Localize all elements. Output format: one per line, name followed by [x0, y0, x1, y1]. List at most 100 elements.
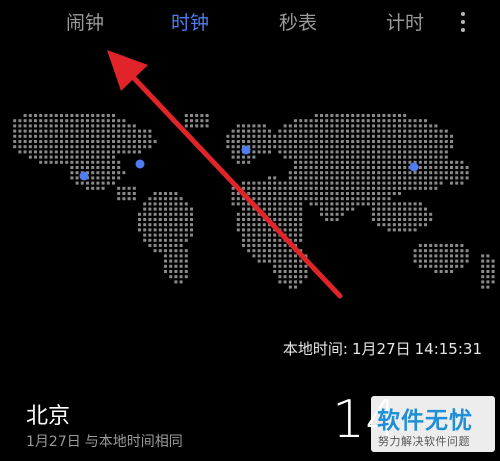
map-dot	[184, 114, 188, 117]
map-dot	[351, 124, 355, 128]
map-dot	[460, 181, 464, 185]
map-dot	[117, 140, 121, 143]
map-dot	[288, 244, 292, 247]
map-dot	[444, 244, 448, 247]
map-dot	[309, 186, 313, 190]
map-dot	[309, 124, 313, 128]
map-dot	[86, 134, 89, 138]
map-dot	[408, 202, 412, 206]
map-dot	[28, 150, 32, 154]
map-dot	[335, 134, 339, 138]
map-dot	[351, 171, 355, 175]
map-dot	[268, 150, 271, 154]
map-dot	[190, 124, 193, 128]
tab-timer[interactable]: 计时	[386, 11, 424, 35]
map-dot	[366, 155, 370, 159]
map-dot	[351, 134, 355, 138]
map-dot	[148, 140, 152, 143]
map-dot	[434, 134, 438, 138]
map-dot	[330, 114, 334, 117]
map-dot	[60, 145, 63, 149]
map-dot	[320, 160, 323, 164]
more-vertical-icon[interactable]	[452, 10, 474, 38]
map-dot	[361, 160, 365, 164]
map-dot	[366, 171, 370, 175]
map-dot	[491, 264, 495, 268]
map-dot	[429, 249, 433, 253]
map-dot	[377, 150, 381, 154]
map-dot	[288, 145, 292, 149]
map-dot	[262, 223, 266, 227]
map-dot	[179, 223, 183, 227]
map-dot	[418, 129, 422, 133]
world-map	[13, 114, 495, 289]
map-dot	[408, 150, 412, 154]
map-dot	[340, 150, 344, 154]
map-dot	[304, 160, 308, 164]
map-dot	[366, 181, 370, 185]
map-dot	[408, 160, 412, 164]
map-dot	[418, 155, 422, 159]
map-dot	[351, 119, 355, 123]
tab-clock[interactable]: 时钟	[171, 11, 209, 35]
map-dot	[304, 145, 308, 149]
map-dot	[361, 124, 365, 128]
map-dot	[44, 140, 48, 143]
map-dot	[346, 192, 349, 195]
map-dot	[288, 197, 292, 201]
map-dot	[257, 140, 261, 143]
map-dot	[429, 124, 433, 128]
map-dot	[429, 134, 433, 138]
map-dot	[372, 134, 375, 138]
map-dot	[325, 150, 329, 154]
map-dot	[273, 207, 277, 211]
map-dot	[314, 176, 318, 180]
map-dot	[164, 264, 167, 268]
map-dot	[101, 186, 105, 190]
map-dot	[247, 202, 251, 206]
map-dot	[268, 233, 271, 237]
map-dot	[91, 134, 95, 138]
map-dot	[252, 218, 256, 221]
map-dot	[356, 186, 360, 190]
map-dot	[314, 119, 318, 123]
map-dot	[252, 134, 256, 138]
map-dot	[320, 202, 323, 206]
map-dot	[70, 140, 74, 143]
map-dot	[184, 249, 188, 253]
map-dot	[252, 202, 256, 206]
tab-stopwatch[interactable]: 秒表	[279, 11, 317, 35]
map-dot	[346, 171, 349, 175]
map-dot	[382, 140, 386, 143]
map-dot	[236, 202, 240, 206]
map-dot	[138, 223, 141, 227]
map-dot	[231, 155, 235, 159]
map-dot	[190, 212, 193, 216]
map-dot	[96, 176, 100, 180]
map-dot	[169, 275, 173, 279]
map-dot	[34, 145, 37, 149]
map-dot	[174, 207, 178, 211]
map-dot	[387, 202, 391, 206]
map-dot	[257, 259, 261, 263]
map-dot	[314, 114, 318, 117]
map-dot	[304, 134, 308, 138]
map-dot	[54, 160, 58, 164]
map-dot	[392, 129, 396, 133]
map-dot	[382, 207, 386, 211]
map-dot	[117, 129, 121, 133]
map-dot	[387, 140, 391, 143]
map-dot	[164, 233, 167, 237]
map-dot	[314, 155, 318, 159]
tab-alarm[interactable]: 闹钟	[66, 11, 104, 35]
map-dot	[158, 202, 162, 206]
map-dot	[465, 254, 469, 258]
map-dot	[60, 129, 63, 133]
map-dot	[372, 114, 375, 117]
map-dot	[247, 140, 251, 143]
map-dot	[377, 160, 381, 164]
map-dot	[340, 145, 344, 149]
map-dot	[242, 238, 245, 242]
map-dot	[200, 124, 204, 128]
map-dot	[283, 140, 287, 143]
